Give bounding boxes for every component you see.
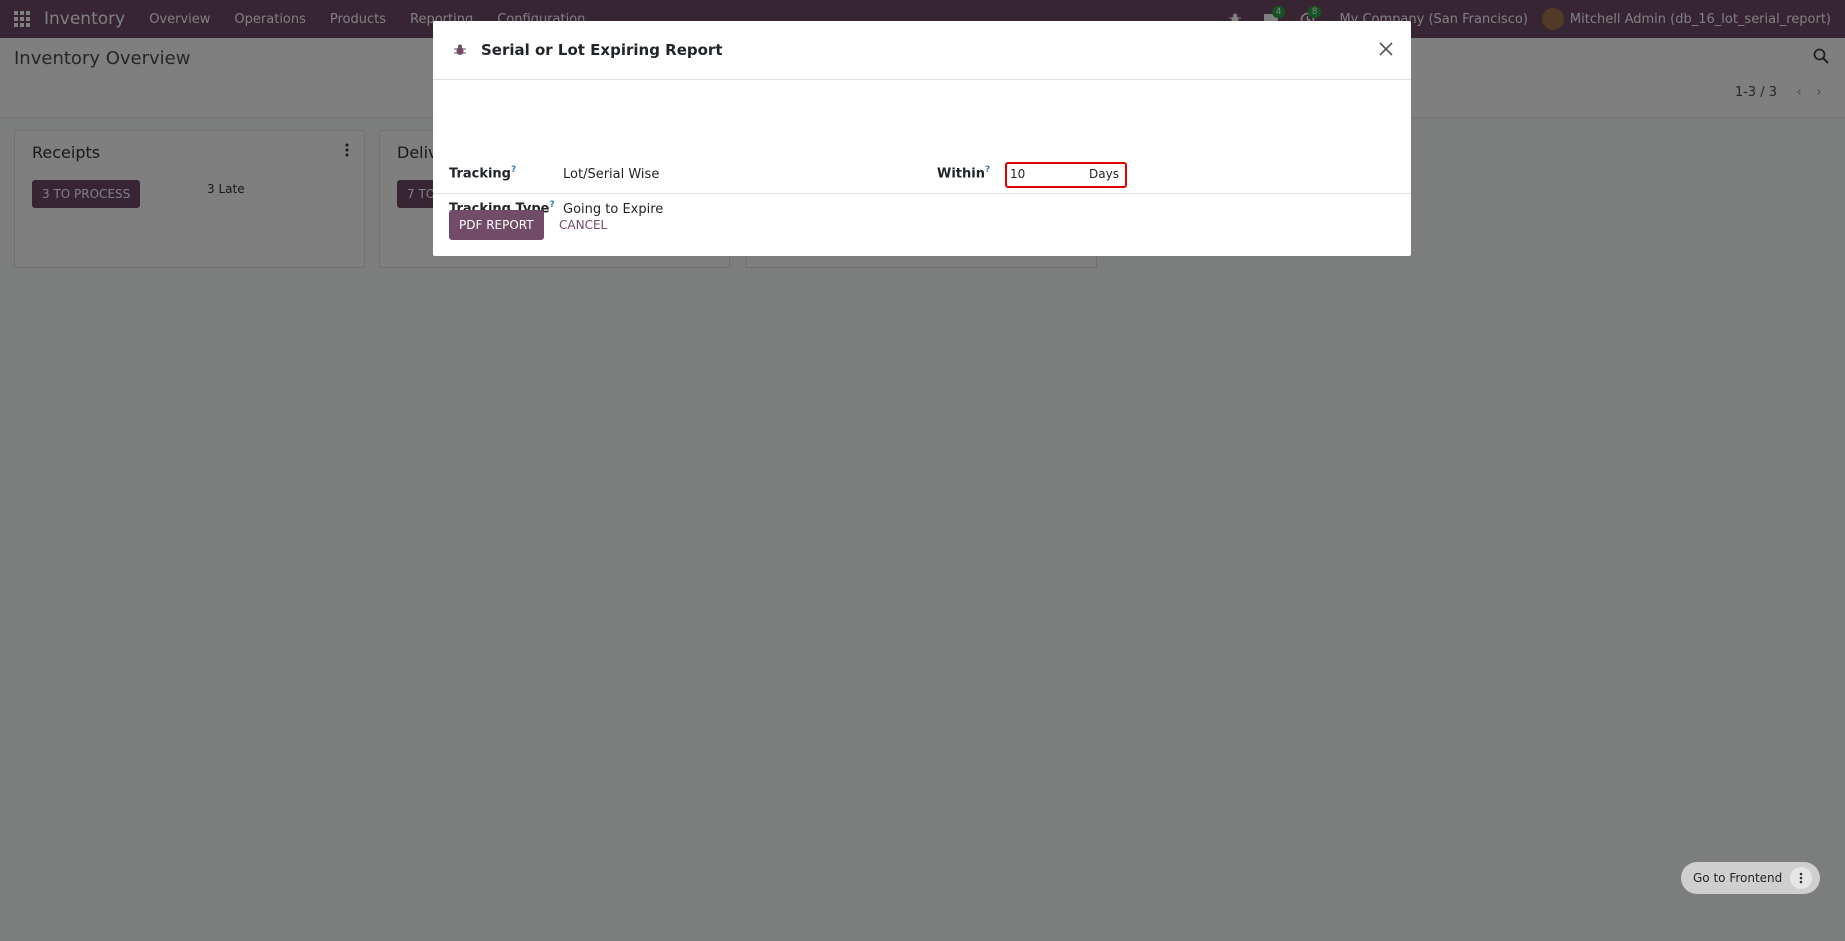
dialog-title: Serial or Lot Expiring Report (481, 41, 723, 59)
bug-icon (454, 44, 466, 55)
within-field: Days (1005, 162, 1127, 188)
pdf-report-button[interactable]: PDF REPORT (449, 210, 544, 240)
go-to-frontend-button[interactable]: Go to Frontend (1693, 871, 1782, 885)
within-input[interactable] (1010, 167, 1070, 181)
kebab-menu-icon[interactable] (1790, 867, 1813, 889)
cancel-button[interactable]: CANCEL (559, 218, 607, 232)
within-label: Within? (937, 165, 991, 182)
report-dialog: Serial or Lot Expiring Report Tracking? … (433, 21, 1411, 256)
go-to-frontend-widget: Go to Frontend (1681, 862, 1821, 894)
tracking-label: Tracking? (449, 165, 517, 182)
help-icon[interactable]: ? (985, 165, 990, 175)
within-unit: Days (1089, 167, 1119, 181)
tracking-value[interactable]: Lot/Serial Wise (563, 167, 659, 182)
dialog-footer: PDF REPORT CANCEL (433, 194, 1411, 256)
close-icon[interactable] (1375, 38, 1397, 60)
help-icon[interactable]: ? (511, 165, 516, 175)
dialog-body: Tracking? Lot/Serial Wise Tracking Type?… (433, 80, 1411, 217)
dialog-header: Serial or Lot Expiring Report (433, 21, 1411, 80)
